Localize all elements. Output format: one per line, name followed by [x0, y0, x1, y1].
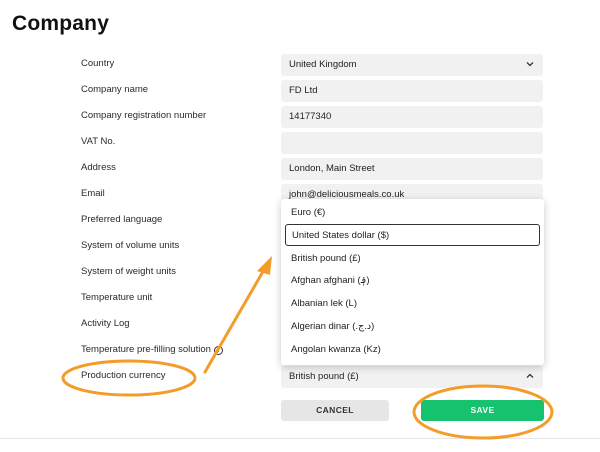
- company-name-row: Company name FD Ltd: [0, 80, 600, 102]
- country-value: United Kingdom: [289, 59, 357, 70]
- currency-option-euro[interactable]: Euro (€): [285, 202, 540, 224]
- currency-option-gbp[interactable]: British pound (£): [285, 248, 540, 270]
- email-label: Email: [81, 188, 105, 199]
- country-label: Country: [81, 58, 115, 69]
- temperature-prefilling-text: Temperature pre-filling solution: [81, 344, 211, 355]
- address-row: Address London, Main Street: [0, 158, 600, 180]
- temperature-unit-label: Temperature unit: [81, 292, 153, 303]
- currency-option-usd[interactable]: United States dollar ($): [285, 224, 540, 246]
- footer-divider: [0, 438, 600, 439]
- company-name-input[interactable]: FD Ltd: [281, 80, 543, 102]
- cancel-button[interactable]: CANCEL: [281, 400, 389, 421]
- address-label: Address: [81, 162, 116, 173]
- address-input[interactable]: London, Main Street: [281, 158, 543, 180]
- production-currency-value: British pound (£): [289, 371, 359, 382]
- weight-units-label: System of weight units: [81, 266, 177, 277]
- activity-log-label: Activity Log: [81, 318, 130, 329]
- chevron-up-icon: [526, 373, 534, 378]
- production-currency-label: Production currency: [81, 370, 166, 381]
- registration-number-label: Company registration number: [81, 110, 207, 121]
- currency-option-dzd[interactable]: Algerian dinar (.د.ج): [285, 316, 540, 338]
- temperature-prefilling-label: Temperature pre-filling solution i: [81, 344, 223, 355]
- registration-number-row: Company registration number 14177340: [0, 106, 600, 128]
- save-button[interactable]: SAVE: [421, 400, 544, 421]
- chevron-down-icon: [526, 62, 534, 67]
- vat-label: VAT No.: [81, 136, 116, 147]
- currency-option-all[interactable]: Albanian lek (L): [285, 293, 540, 315]
- vat-row: VAT No.: [0, 132, 600, 154]
- country-select[interactable]: United Kingdom: [281, 54, 543, 76]
- production-currency-select[interactable]: British pound (£): [281, 366, 543, 388]
- currency-option-aoa[interactable]: Angolan kwanza (Kz): [285, 339, 540, 361]
- preferred-language-label: Preferred language: [81, 214, 163, 225]
- currency-dropdown: Euro (€) United States dollar ($) Britis…: [281, 199, 544, 365]
- volume-units-label: System of volume units: [81, 240, 180, 251]
- vat-input[interactable]: [281, 132, 543, 154]
- registration-number-input[interactable]: 14177340: [281, 106, 543, 128]
- currency-option-afn[interactable]: Afghan afghani (؋): [285, 270, 540, 292]
- production-currency-row: Production currency British pound (£): [0, 366, 600, 388]
- company-name-label: Company name: [81, 84, 149, 95]
- page-title: Company: [12, 12, 110, 35]
- country-row: Country United Kingdom: [0, 54, 600, 76]
- info-icon[interactable]: i: [213, 346, 223, 355]
